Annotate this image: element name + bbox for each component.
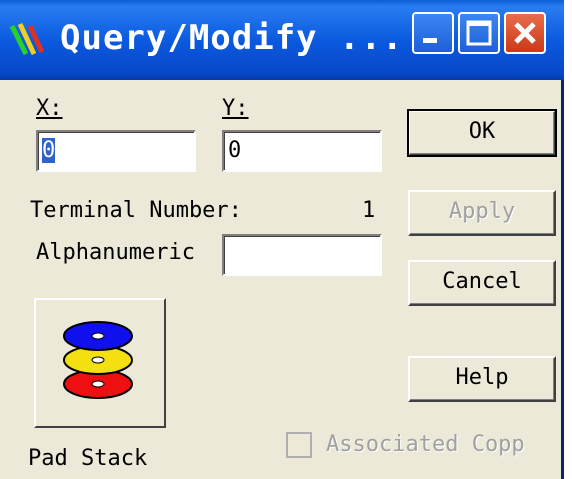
- maximize-button[interactable]: [458, 12, 500, 54]
- app-icon: [9, 22, 45, 56]
- pad-stack-icon: [63, 321, 133, 399]
- ok-button[interactable]: OK: [407, 109, 557, 157]
- help-button[interactable]: Help: [408, 356, 556, 402]
- associated-copper-label: Associated Copp: [326, 432, 525, 457]
- minimize-button[interactable]: [412, 12, 454, 54]
- x-input[interactable]: 0: [36, 130, 196, 172]
- maximize-icon: [466, 20, 492, 46]
- title-bar[interactable]: Query/Modify ...: [0, 0, 564, 80]
- pad-stack-button[interactable]: [34, 298, 166, 428]
- close-icon: [514, 22, 536, 44]
- terminal-number-value: 1: [362, 198, 376, 223]
- close-button[interactable]: [504, 12, 546, 54]
- x-label: X:: [36, 96, 63, 121]
- window-title: Query/Modify ...: [60, 18, 404, 58]
- pad-stack-label: Pad Stack: [28, 446, 148, 471]
- y-input[interactable]: 0: [222, 130, 382, 172]
- query-modify-dialog: Query/Modify ... X: 0 Y: 0 Terminal Numb…: [0, 0, 564, 479]
- x-input-value: 0: [42, 138, 56, 163]
- alphanumeric-label: Alphanumeric: [36, 240, 195, 265]
- terminal-number-label: Terminal Number:: [30, 198, 242, 223]
- associated-copper-checkbox[interactable]: [286, 432, 312, 458]
- y-input-value: 0: [228, 138, 242, 163]
- minimize-icon: [423, 38, 437, 43]
- cancel-button[interactable]: Cancel: [408, 260, 556, 306]
- alphanumeric-input[interactable]: [222, 234, 382, 276]
- apply-button[interactable]: Apply: [408, 190, 556, 236]
- y-label: Y:: [222, 96, 249, 121]
